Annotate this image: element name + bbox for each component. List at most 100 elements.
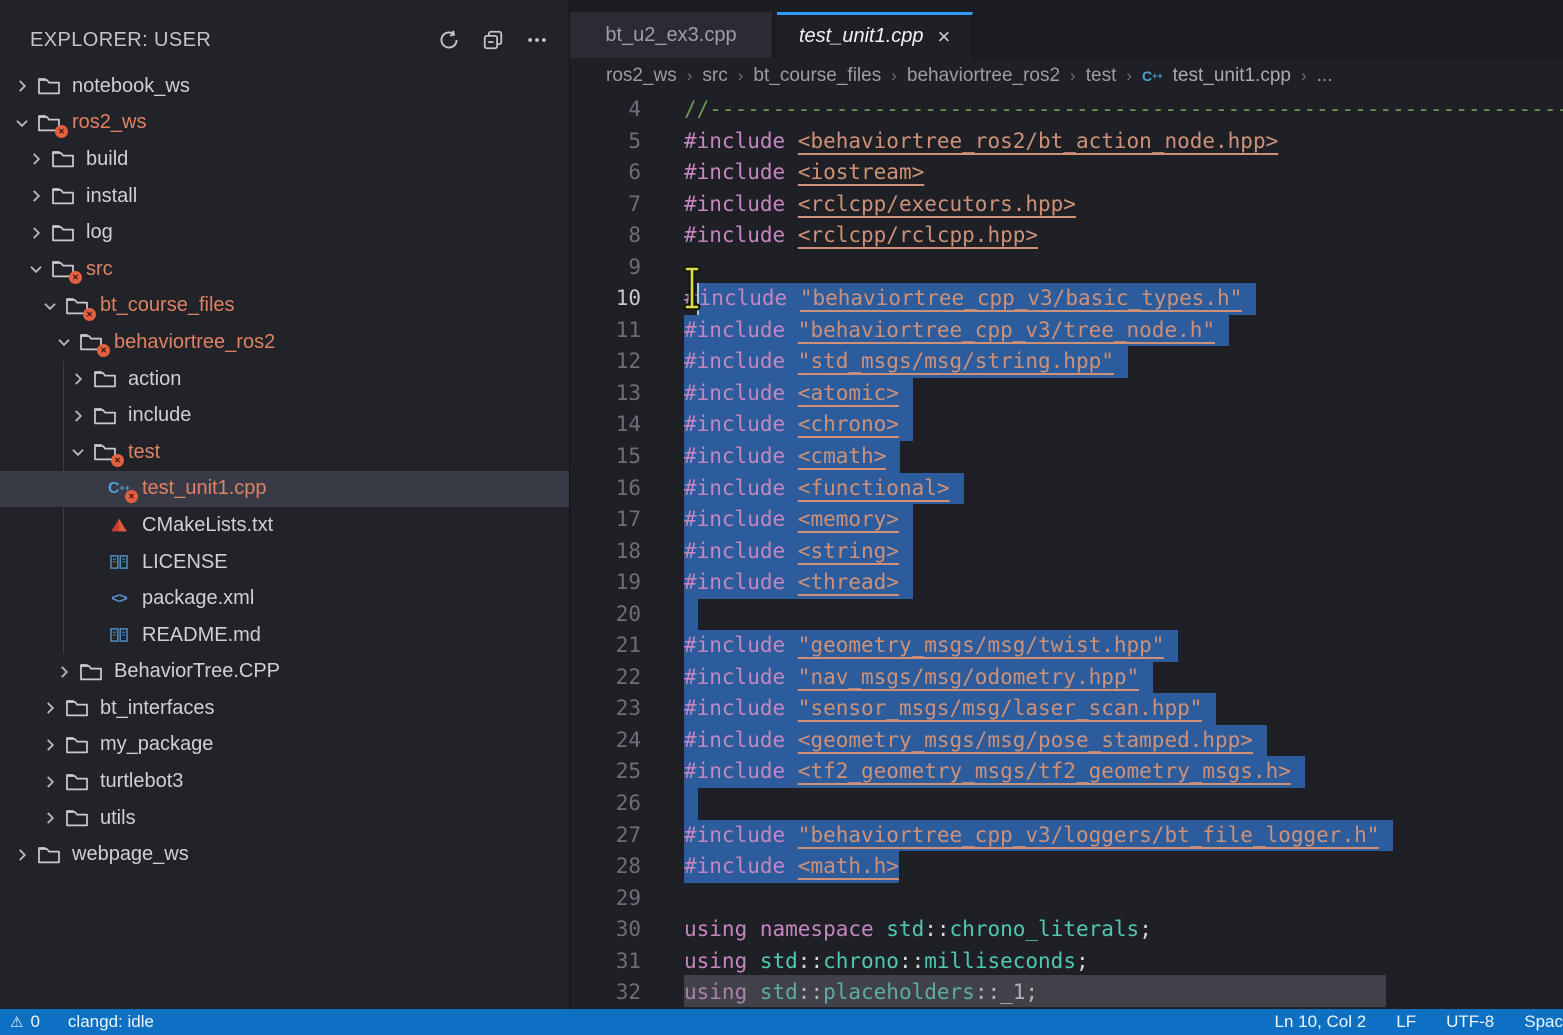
code-line-16[interactable]: 16#include <functional> (570, 473, 1563, 505)
tree-item-behaviortree-cpp[interactable]: BehaviorTree.CPP (0, 654, 569, 691)
code-line-15[interactable]: 15#include <cmath> (570, 441, 1563, 473)
tree-item-log[interactable]: log (0, 214, 569, 251)
breadcrumb-item-ros2_ws[interactable]: ros2_ws (606, 65, 677, 87)
code-line-22[interactable]: 22#include "nav_msgs/msg/odometry.hpp" (570, 662, 1563, 694)
tab-bt_u2_ex3-cpp[interactable]: bt_u2_ex3.cpp (570, 12, 773, 58)
tree-item-label: turtlebot3 (100, 770, 183, 793)
code-line-25[interactable]: 25#include <tf2_geometry_msgs/tf2_geomet… (570, 756, 1563, 788)
tree-item-bt-course-files[interactable]: ✕bt_course_files (0, 288, 569, 325)
code-line-5[interactable]: 5#include <behaviortree_ros2/bt_action_n… (570, 126, 1563, 158)
tree-item-label: notebook_ws (72, 75, 190, 98)
refresh-icon[interactable] (435, 26, 463, 54)
chevron-expanded-icon[interactable] (38, 297, 62, 315)
chevron-collapsed-icon[interactable] (38, 773, 62, 791)
code-token: chrono (823, 946, 899, 978)
collapse-all-icon[interactable] (479, 26, 507, 54)
chevron-collapsed-icon[interactable] (10, 846, 34, 864)
tree-item-test[interactable]: ✕test (0, 434, 569, 471)
code-line-23[interactable]: 23#include "sensor_msgs/msg/laser_scan.h… (570, 693, 1563, 725)
code-line-8[interactable]: 8#include <rclcpp/rclcpp.hpp> (570, 220, 1563, 252)
selected-newline (1114, 346, 1128, 378)
status-cursor-position[interactable]: Ln 10, Col 2 (1275, 1012, 1367, 1032)
chevron-expanded-icon[interactable] (24, 260, 48, 278)
tree-item-readme-md[interactable]: README.md (0, 617, 569, 654)
code-line-28[interactable]: 28#include <math.h> (570, 851, 1563, 883)
status-clangd-status[interactable]: clangd: idle (68, 1012, 154, 1032)
chevron-collapsed-icon[interactable] (38, 809, 62, 827)
tree-item-license[interactable]: LICENSE (0, 544, 569, 581)
code-token: "sensor_msgs/msg/laser_scan.hpp" (798, 693, 1203, 725)
code-line-20[interactable]: 20 (570, 599, 1563, 631)
breadcrumb-separator-icon: › (891, 66, 897, 86)
breadcrumb-item-file[interactable]: test_unit1.cpp (1173, 65, 1291, 87)
status-indentation[interactable]: Spac (1524, 1012, 1563, 1032)
code-line-18[interactable]: 18#include <string> (570, 536, 1563, 568)
modified-badge: ✕ (69, 271, 82, 284)
tab-test_unit1-cpp[interactable]: test_unit1.cpp × (777, 12, 973, 58)
chevron-collapsed-icon[interactable] (52, 663, 76, 681)
breadcrumb-overflow[interactable]: ... (1317, 65, 1333, 87)
tree-item-build[interactable]: build (0, 141, 569, 178)
code-line-14[interactable]: 14#include <chrono> (570, 409, 1563, 441)
tree-item-src[interactable]: ✕src (0, 251, 569, 288)
chevron-collapsed-icon[interactable] (24, 150, 48, 168)
tree-item-action[interactable]: action (0, 361, 569, 398)
tree-item-webpage-ws[interactable]: webpage_ws (0, 836, 569, 873)
code-line-4[interactable]: 4//-------------------------------------… (570, 94, 1563, 126)
tree-item-ros2-ws[interactable]: ✕ros2_ws (0, 105, 569, 142)
chevron-collapsed-icon[interactable] (10, 77, 34, 95)
code-line-6[interactable]: 6#include <iostream> (570, 157, 1563, 189)
breadcrumb-item-src[interactable]: src (702, 65, 727, 87)
horizontal-scrollbar[interactable] (684, 975, 1386, 1007)
code-line-text: #include <string> (684, 536, 913, 568)
code-line-12[interactable]: 12#include "std_msgs/msg/string.hpp" (570, 346, 1563, 378)
tree-item-notebook-ws[interactable]: notebook_ws (0, 68, 569, 105)
chevron-collapsed-icon[interactable] (24, 224, 48, 242)
code-line-7[interactable]: 7#include <rclcpp/executors.hpp> (570, 189, 1563, 221)
chevron-collapsed-icon[interactable] (24, 187, 48, 205)
tree-item-include[interactable]: include (0, 397, 569, 434)
tree-item-cmakelists-txt[interactable]: CMakeLists.txt (0, 507, 569, 544)
code-token: <functional> (798, 473, 950, 505)
line-number: 15 (570, 441, 641, 473)
breadcrumb-item-bt_course_files[interactable]: bt_course_files (753, 65, 881, 87)
chevron-collapsed-icon[interactable] (66, 370, 90, 388)
close-icon[interactable]: × (938, 26, 951, 48)
code-line-29[interactable]: 29 (570, 883, 1563, 915)
code-line-24[interactable]: 24#include <geometry_msgs/msg/pose_stamp… (570, 725, 1563, 757)
code-line-31[interactable]: 31using std::chrono::milliseconds; (570, 946, 1563, 978)
tree-item-package-xml[interactable]: <>package.xml (0, 580, 569, 617)
tree-item-install[interactable]: install (0, 178, 569, 215)
tree-item-my-package[interactable]: my_package (0, 727, 569, 764)
code-line-19[interactable]: 19#include <thread> (570, 567, 1563, 599)
code-line-21[interactable]: 21#include "geometry_msgs/msg/twist.hpp" (570, 630, 1563, 662)
tree-item-behaviortree-ros2[interactable]: ✕behaviortree_ros2 (0, 324, 569, 361)
code-line-9[interactable]: 9 (570, 252, 1563, 284)
code-line-26[interactable]: 26 (570, 788, 1563, 820)
code-line-11[interactable]: 11#include "behaviortree_cpp_v3/tree_nod… (570, 315, 1563, 347)
tree-item-test-unit1-cpp[interactable]: C++✕test_unit1.cpp (0, 471, 569, 508)
breadcrumb-item-behaviortree_ros2[interactable]: behaviortree_ros2 (907, 65, 1060, 87)
code-line-text: #include <memory> (684, 504, 913, 536)
code-token: <iostream> (798, 157, 924, 189)
more-actions-icon[interactable] (523, 26, 551, 54)
code-line-17[interactable]: 17#include <memory> (570, 504, 1563, 536)
code-line-13[interactable]: 13#include <atomic> (570, 378, 1563, 410)
chevron-collapsed-icon[interactable] (38, 736, 62, 754)
chevron-expanded-icon[interactable] (10, 114, 34, 132)
tree-item-label: utils (100, 807, 136, 830)
code-line-27[interactable]: 27#include "behaviortree_cpp_v3/loggers/… (570, 820, 1563, 852)
code-line-30[interactable]: 30using namespace std::chrono_literals; (570, 914, 1563, 946)
tree-item-utils[interactable]: utils (0, 800, 569, 837)
tree-item-turtlebot3[interactable]: turtlebot3 (0, 763, 569, 800)
status-encoding[interactable]: UTF-8 (1446, 1012, 1494, 1032)
chevron-collapsed-icon[interactable] (38, 699, 62, 717)
breadcrumb-item-test[interactable]: test (1086, 65, 1117, 87)
status-eol-indicator[interactable]: LF (1396, 1012, 1416, 1032)
tree-item-bt-interfaces[interactable]: bt_interfaces (0, 690, 569, 727)
chevron-collapsed-icon[interactable] (66, 407, 90, 425)
chevron-expanded-icon[interactable] (66, 443, 90, 461)
chevron-expanded-icon[interactable] (52, 333, 76, 351)
code-line-10[interactable]: 10#include "behaviortree_cpp_v3/basic_ty… (570, 283, 1563, 315)
status-problems[interactable]: ⚠0 (10, 1012, 40, 1032)
